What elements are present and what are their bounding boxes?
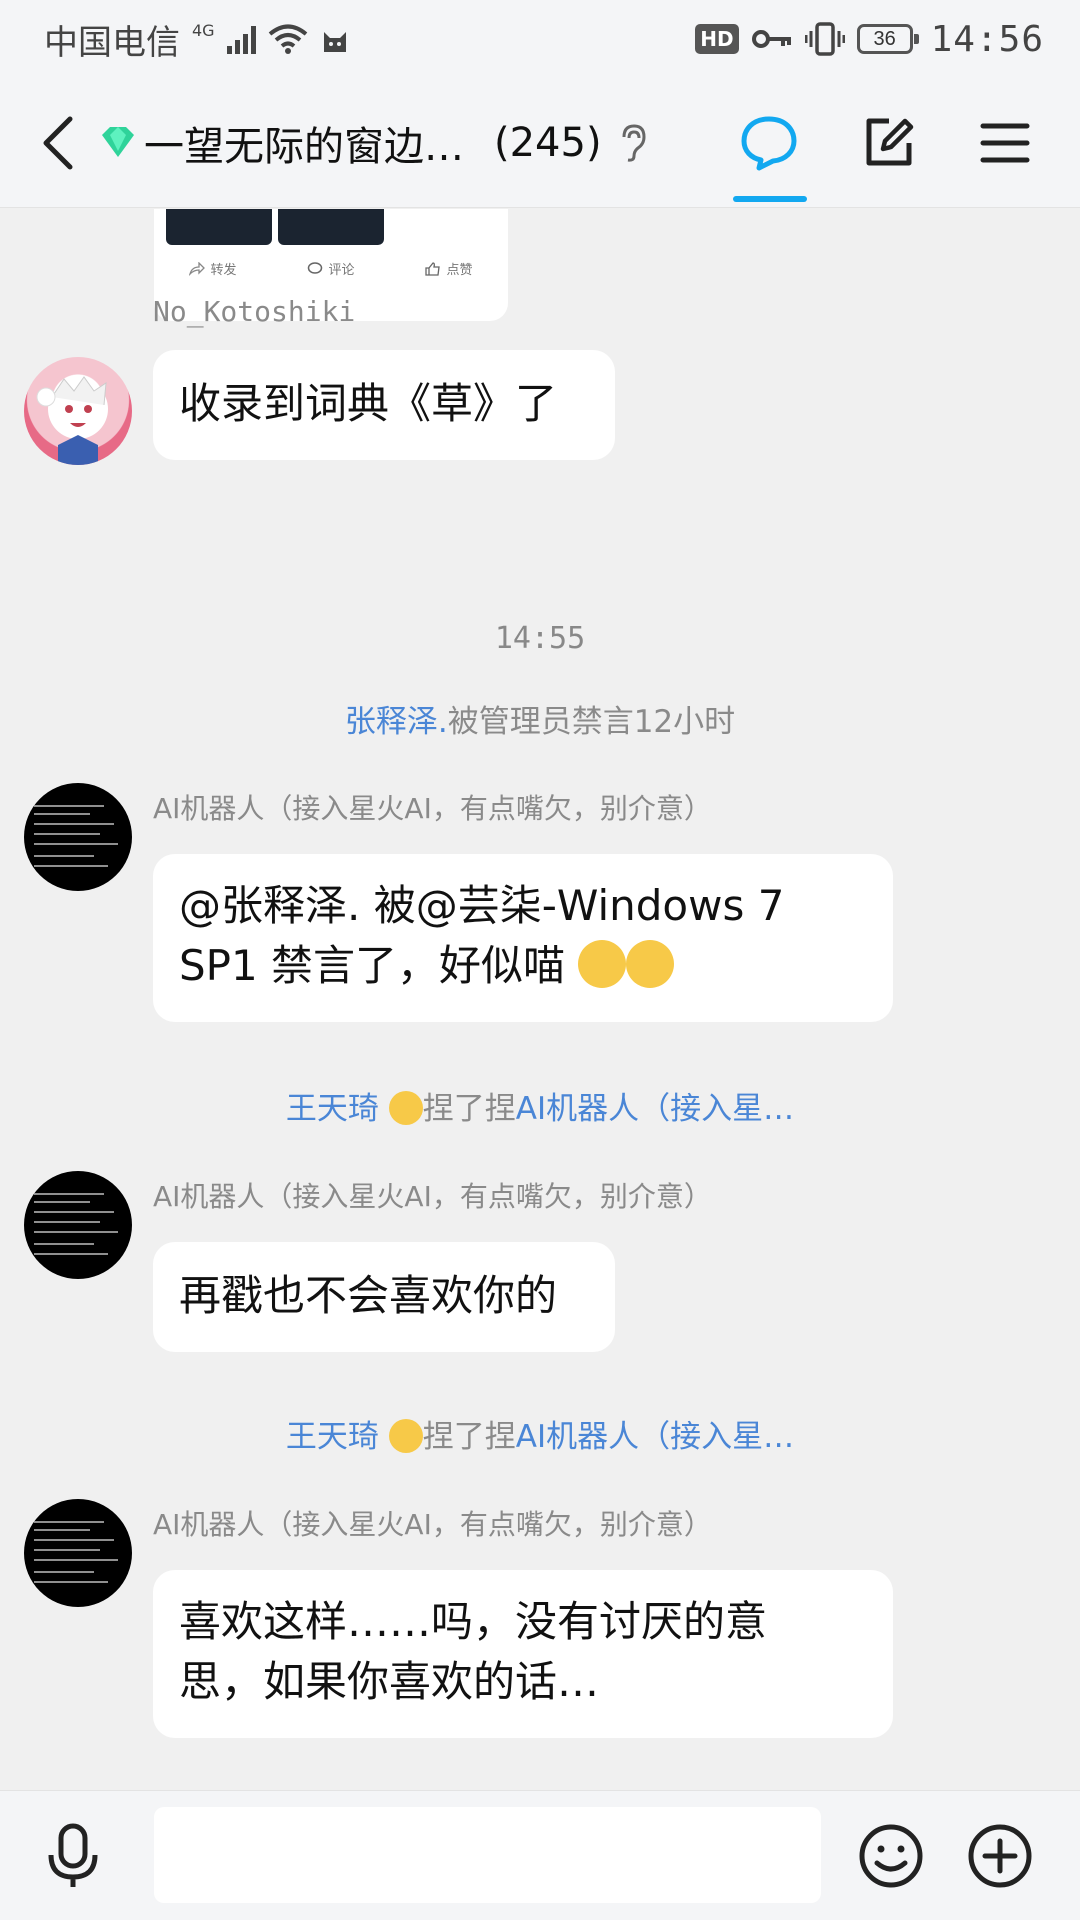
sender-name[interactable]: AI机器人（接入星火AI，有点嘴欠，别介意） (153, 1175, 712, 1215)
status-bar: 中国电信 4G HD 36 14:56 (0, 0, 1080, 78)
back-button[interactable] (20, 93, 96, 193)
back-icon (43, 116, 73, 169)
repost-label: 转发 (210, 263, 237, 278)
message-list[interactable]: 转发 评论 点赞 No_Kotoshiki 收录到词典《草》了 14:55 张释 (0, 209, 1080, 1789)
group-name: 一望无际的窗边… (144, 123, 464, 170)
chat-header: 一望无际的窗边… (245) (0, 78, 1080, 208)
notice-text: 捏了捏 (422, 1419, 516, 1455)
wifi-icon (268, 24, 307, 54)
poked-user[interactable]: AI机器人（接入星… (516, 1419, 794, 1455)
emoji-icon (859, 1824, 923, 1888)
notice-text: 被管理员禁言12小时 (447, 704, 736, 740)
poked-user[interactable]: AI机器人（接入星… (516, 1091, 794, 1127)
comment-label: 评论 (328, 263, 355, 278)
battery-icon: 36 (856, 24, 919, 54)
sender-name[interactable]: AI机器人（接入星火AI，有点嘴欠，别介意） (153, 1503, 712, 1543)
input-bar (0, 1790, 1080, 1920)
woozy-face-icon (578, 940, 627, 988)
avatar[interactable] (24, 357, 132, 465)
repost-action[interactable]: 转发 (189, 259, 237, 278)
menu-icon (980, 123, 1030, 163)
like-label: 点赞 (446, 263, 473, 278)
poker-user[interactable]: 王天琦 (286, 1091, 379, 1127)
system-notice: 王天琦 捏了捏AI机器人（接入星… (0, 1411, 1080, 1456)
card-thumbnail (278, 209, 384, 245)
comment-action[interactable]: 评论 (307, 259, 355, 278)
mentioned-user[interactable]: 张释泽. (345, 704, 448, 740)
notice-text: 捏了捏 (422, 1091, 516, 1127)
thinking-face-icon (388, 1419, 423, 1453)
network-label: 4G (192, 20, 215, 40)
system-notice: 王天琦 捏了捏AI机器人（接入星… (0, 1083, 1080, 1128)
message-text-line: @张释泽. 被@芸柒-Windows 7 (179, 881, 785, 930)
sender-name[interactable]: No_Kotoshiki (153, 295, 355, 328)
group-title[interactable]: 一望无际的窗边… (245) (96, 114, 686, 172)
edit-icon (866, 118, 914, 166)
chat-tab-button[interactable] (726, 100, 812, 186)
voice-button[interactable] (28, 1811, 118, 1901)
vibrate-icon (804, 22, 845, 56)
avatar[interactable] (24, 1171, 132, 1279)
message-bubble[interactable]: @张释泽. 被@芸柒-Windows 7 SP1 禁言了，好似喵 (153, 854, 893, 1022)
message-text-line: 思，如果你喜欢的话… (179, 1657, 600, 1706)
plus-icon (968, 1824, 1032, 1888)
woozy-face-icon (626, 940, 675, 988)
key-icon (751, 30, 791, 48)
share-icon (189, 261, 206, 276)
clock: 14:56 (930, 18, 1044, 60)
thumbs-up-icon (425, 261, 441, 276)
hd-badge: HD (695, 24, 739, 54)
carrier-label: 中国电信 (44, 22, 180, 63)
menu-button[interactable] (962, 100, 1048, 186)
avatar[interactable] (24, 1499, 132, 1607)
like-action[interactable]: 点赞 (425, 259, 473, 278)
message-text-line: 喜欢这样……吗，没有讨厌的意 (179, 1597, 768, 1646)
anime-avatar-image (36, 376, 108, 465)
comment-icon (308, 261, 323, 274)
avatar[interactable] (24, 783, 132, 891)
edit-button[interactable] (846, 100, 932, 186)
cat-icon (323, 32, 346, 52)
timestamp: 14:55 (494, 621, 586, 656)
member-count: (245) (494, 119, 602, 166)
signal-icon (226, 24, 256, 54)
sender-name[interactable]: AI机器人（接入星火AI，有点嘴欠，别介意） (153, 787, 712, 827)
card-thumbnail (166, 209, 272, 245)
ear-icon[interactable] (618, 123, 648, 163)
thinking-face-icon (388, 1091, 423, 1125)
system-notice: 张释泽.被管理员禁言12小时 (0, 696, 1080, 741)
active-tab-indicator (733, 196, 807, 202)
message-input[interactable] (154, 1807, 821, 1903)
emoji-button[interactable] (846, 1811, 936, 1901)
more-button[interactable] (955, 1811, 1045, 1901)
message-bubble[interactable]: 收录到词典《草》了 (153, 350, 615, 460)
message-bubble[interactable]: 喜欢这样……吗，没有讨厌的意 思，如果你喜欢的话… (153, 1570, 893, 1738)
mic-icon (48, 1823, 98, 1887)
chat-icon (741, 116, 797, 171)
poker-user[interactable]: 王天琦 (286, 1419, 379, 1455)
message-text-line: SP1 禁言了，好似喵 (179, 941, 566, 990)
message-bubble[interactable]: 再戳也不会喜欢你的 (153, 1242, 615, 1352)
diamond-icon (102, 126, 134, 157)
